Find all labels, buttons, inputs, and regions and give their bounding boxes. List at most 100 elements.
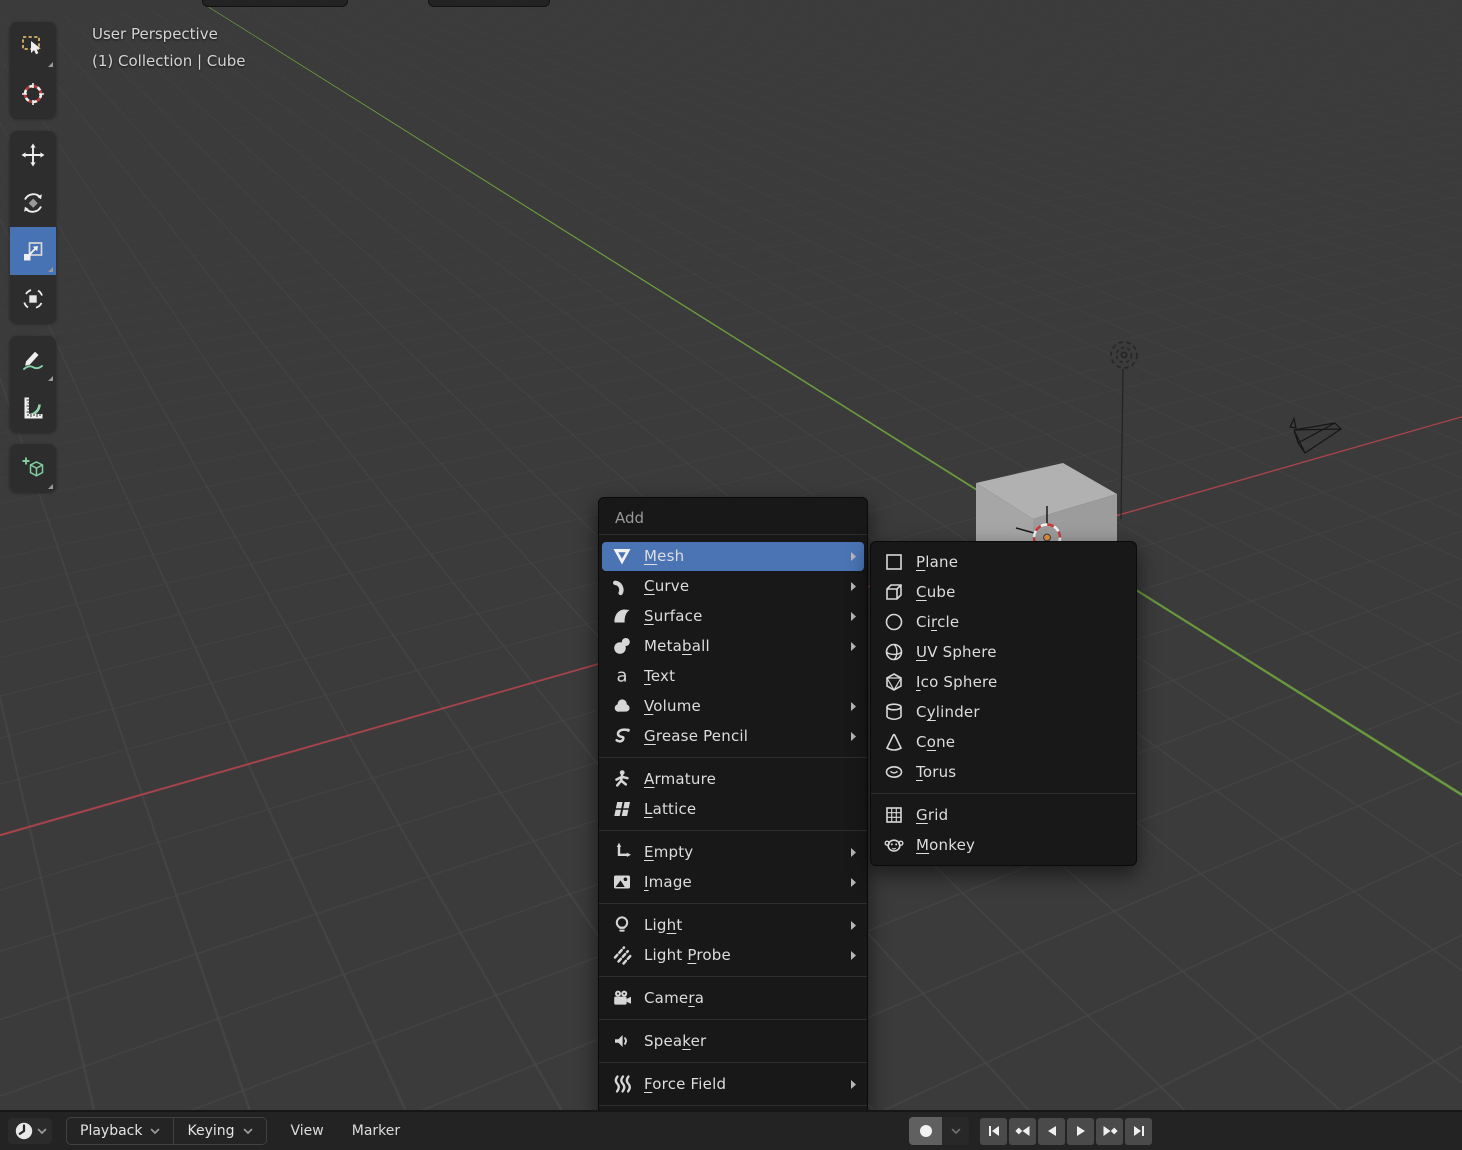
menu-item-monkey[interactable]: Monkey <box>871 830 1136 860</box>
chevron-down-icon <box>243 1128 252 1134</box>
menu-item-metaball[interactable]: Metaball <box>599 631 867 661</box>
toolbar <box>10 22 56 504</box>
tool-button-transform[interactable] <box>10 275 56 323</box>
tool-button-add-cube[interactable] <box>10 444 56 492</box>
menu-item-label: Curve <box>644 577 690 595</box>
menu-separator <box>599 1062 867 1063</box>
prev-keyframe-button[interactable] <box>1009 1117 1036 1145</box>
jump-start-button[interactable] <box>980 1117 1007 1145</box>
menu-item-label: Light Probe <box>644 946 731 964</box>
camera-icon <box>611 987 633 1009</box>
menu-keying[interactable]: Keying <box>173 1118 265 1144</box>
tool-group <box>10 336 56 432</box>
more-tools-corner-icon <box>48 484 53 489</box>
tool-button-scale[interactable] <box>10 227 56 275</box>
menu-item-label: Cylinder <box>916 703 980 721</box>
menu-item-volume[interactable]: Volume <box>599 691 867 721</box>
menu-item-curve[interactable]: Curve <box>599 571 867 601</box>
tool-button-annotate[interactable] <box>10 336 56 384</box>
rotate-icon <box>20 190 46 216</box>
camera-object[interactable] <box>1289 416 1342 454</box>
record-options-button[interactable] <box>942 1117 969 1145</box>
view-name-label: User Perspective <box>92 25 218 43</box>
cylinder-icon <box>883 701 905 723</box>
menu-separator <box>599 903 867 904</box>
add-cube-icon <box>20 455 46 481</box>
menu-item-uv-sphere[interactable]: UV Sphere <box>871 637 1136 667</box>
submenu-arrow-icon <box>847 877 857 888</box>
auto-key-group <box>909 1117 969 1145</box>
menu-item-mesh[interactable]: Mesh <box>599 541 867 571</box>
force-field-icon <box>611 1073 633 1095</box>
chevron-down-icon <box>151 1128 160 1134</box>
menu-playback[interactable]: Playback <box>67 1118 173 1144</box>
tool-group <box>10 444 56 492</box>
tool-button-cursor-tool[interactable] <box>10 70 56 118</box>
tool-button-move[interactable] <box>10 131 56 179</box>
tool-button-select-box[interactable] <box>10 22 56 70</box>
menu-item-grease-pencil[interactable]: Grease Pencil <box>599 721 867 751</box>
menu-item-label: Monkey <box>916 836 976 854</box>
torus-icon <box>883 761 905 783</box>
light-object[interactable] <box>1110 341 1138 369</box>
play-button[interactable] <box>1067 1117 1094 1145</box>
menu-item-label: Torus <box>916 763 957 781</box>
menu-item-cylinder[interactable]: Cylinder <box>871 697 1136 727</box>
top-popover-remnant <box>428 0 550 7</box>
jump-end-button[interactable] <box>1125 1117 1152 1145</box>
menu-item-label: Grid <box>916 806 949 824</box>
menu-item-light-probe[interactable]: Light Probe <box>599 940 867 970</box>
menu-item-force-field[interactable]: Force Field <box>599 1069 867 1099</box>
tool-group <box>10 131 56 323</box>
submenu-arrow-icon <box>847 920 857 931</box>
menu-item-label: Mesh <box>644 547 685 565</box>
record-button[interactable] <box>909 1117 942 1145</box>
timeline-clock-icon <box>14 1121 34 1141</box>
scale-icon <box>20 238 46 264</box>
record-dot-icon <box>919 1124 933 1138</box>
menu-item-grid[interactable]: Grid <box>871 800 1136 830</box>
menu-item-empty[interactable]: Empty <box>599 837 867 867</box>
menu-item-speaker[interactable]: Speaker <box>599 1026 867 1056</box>
menu-item-image[interactable]: Image <box>599 867 867 897</box>
menu-separator <box>599 1019 867 1020</box>
play-icon <box>1073 1123 1089 1139</box>
play-reverse-button[interactable] <box>1038 1117 1065 1145</box>
menu-item-light[interactable]: Light <box>599 910 867 940</box>
next-keyframe-icon <box>1101 1123 1119 1139</box>
menu-item-plane[interactable]: Plane <box>871 547 1136 577</box>
menu-item-cone[interactable]: Cone <box>871 727 1136 757</box>
tool-button-measure[interactable] <box>10 384 56 432</box>
submenu-arrow-icon <box>847 950 857 961</box>
editor-type-button[interactable] <box>8 1118 52 1144</box>
menu-item-cube[interactable]: Cube <box>871 577 1136 607</box>
next-keyframe-button[interactable] <box>1096 1117 1123 1145</box>
light-icon <box>611 914 633 936</box>
menu-item-torus[interactable]: Torus <box>871 757 1136 787</box>
submenu-arrow-icon <box>847 551 857 562</box>
prev-keyframe-icon <box>1014 1123 1032 1139</box>
move-icon <box>20 142 46 168</box>
menu-marker[interactable]: Marker <box>338 1123 414 1139</box>
menu-view[interactable]: View <box>277 1123 338 1139</box>
curve-icon <box>611 575 633 597</box>
menu-item-camera[interactable]: Camera <box>599 983 867 1013</box>
menu-separator <box>871 793 1136 794</box>
menu-item-text[interactable]: a Text <box>599 661 867 691</box>
menu-item-label: Cone <box>916 733 956 751</box>
menu-item-armature[interactable]: Armature <box>599 764 867 794</box>
surface-icon <box>611 605 633 627</box>
menu-separator <box>599 976 867 977</box>
menu-item-label: Circle <box>916 613 960 631</box>
annotate-icon <box>20 347 46 373</box>
menu-item-lattice[interactable]: Lattice <box>599 794 867 824</box>
grease-pencil-icon <box>611 725 633 747</box>
menu-item-ico-sphere[interactable]: Ico Sphere <box>871 667 1136 697</box>
tool-button-rotate[interactable] <box>10 179 56 227</box>
menu-item-circle[interactable]: Circle <box>871 607 1136 637</box>
uv-sphere-icon <box>883 641 905 663</box>
menu-label: Keying <box>187 1123 235 1139</box>
menu-item-label: Ico Sphere <box>916 673 998 691</box>
menu-item-surface[interactable]: Surface <box>599 601 867 631</box>
cube-icon <box>883 581 905 603</box>
